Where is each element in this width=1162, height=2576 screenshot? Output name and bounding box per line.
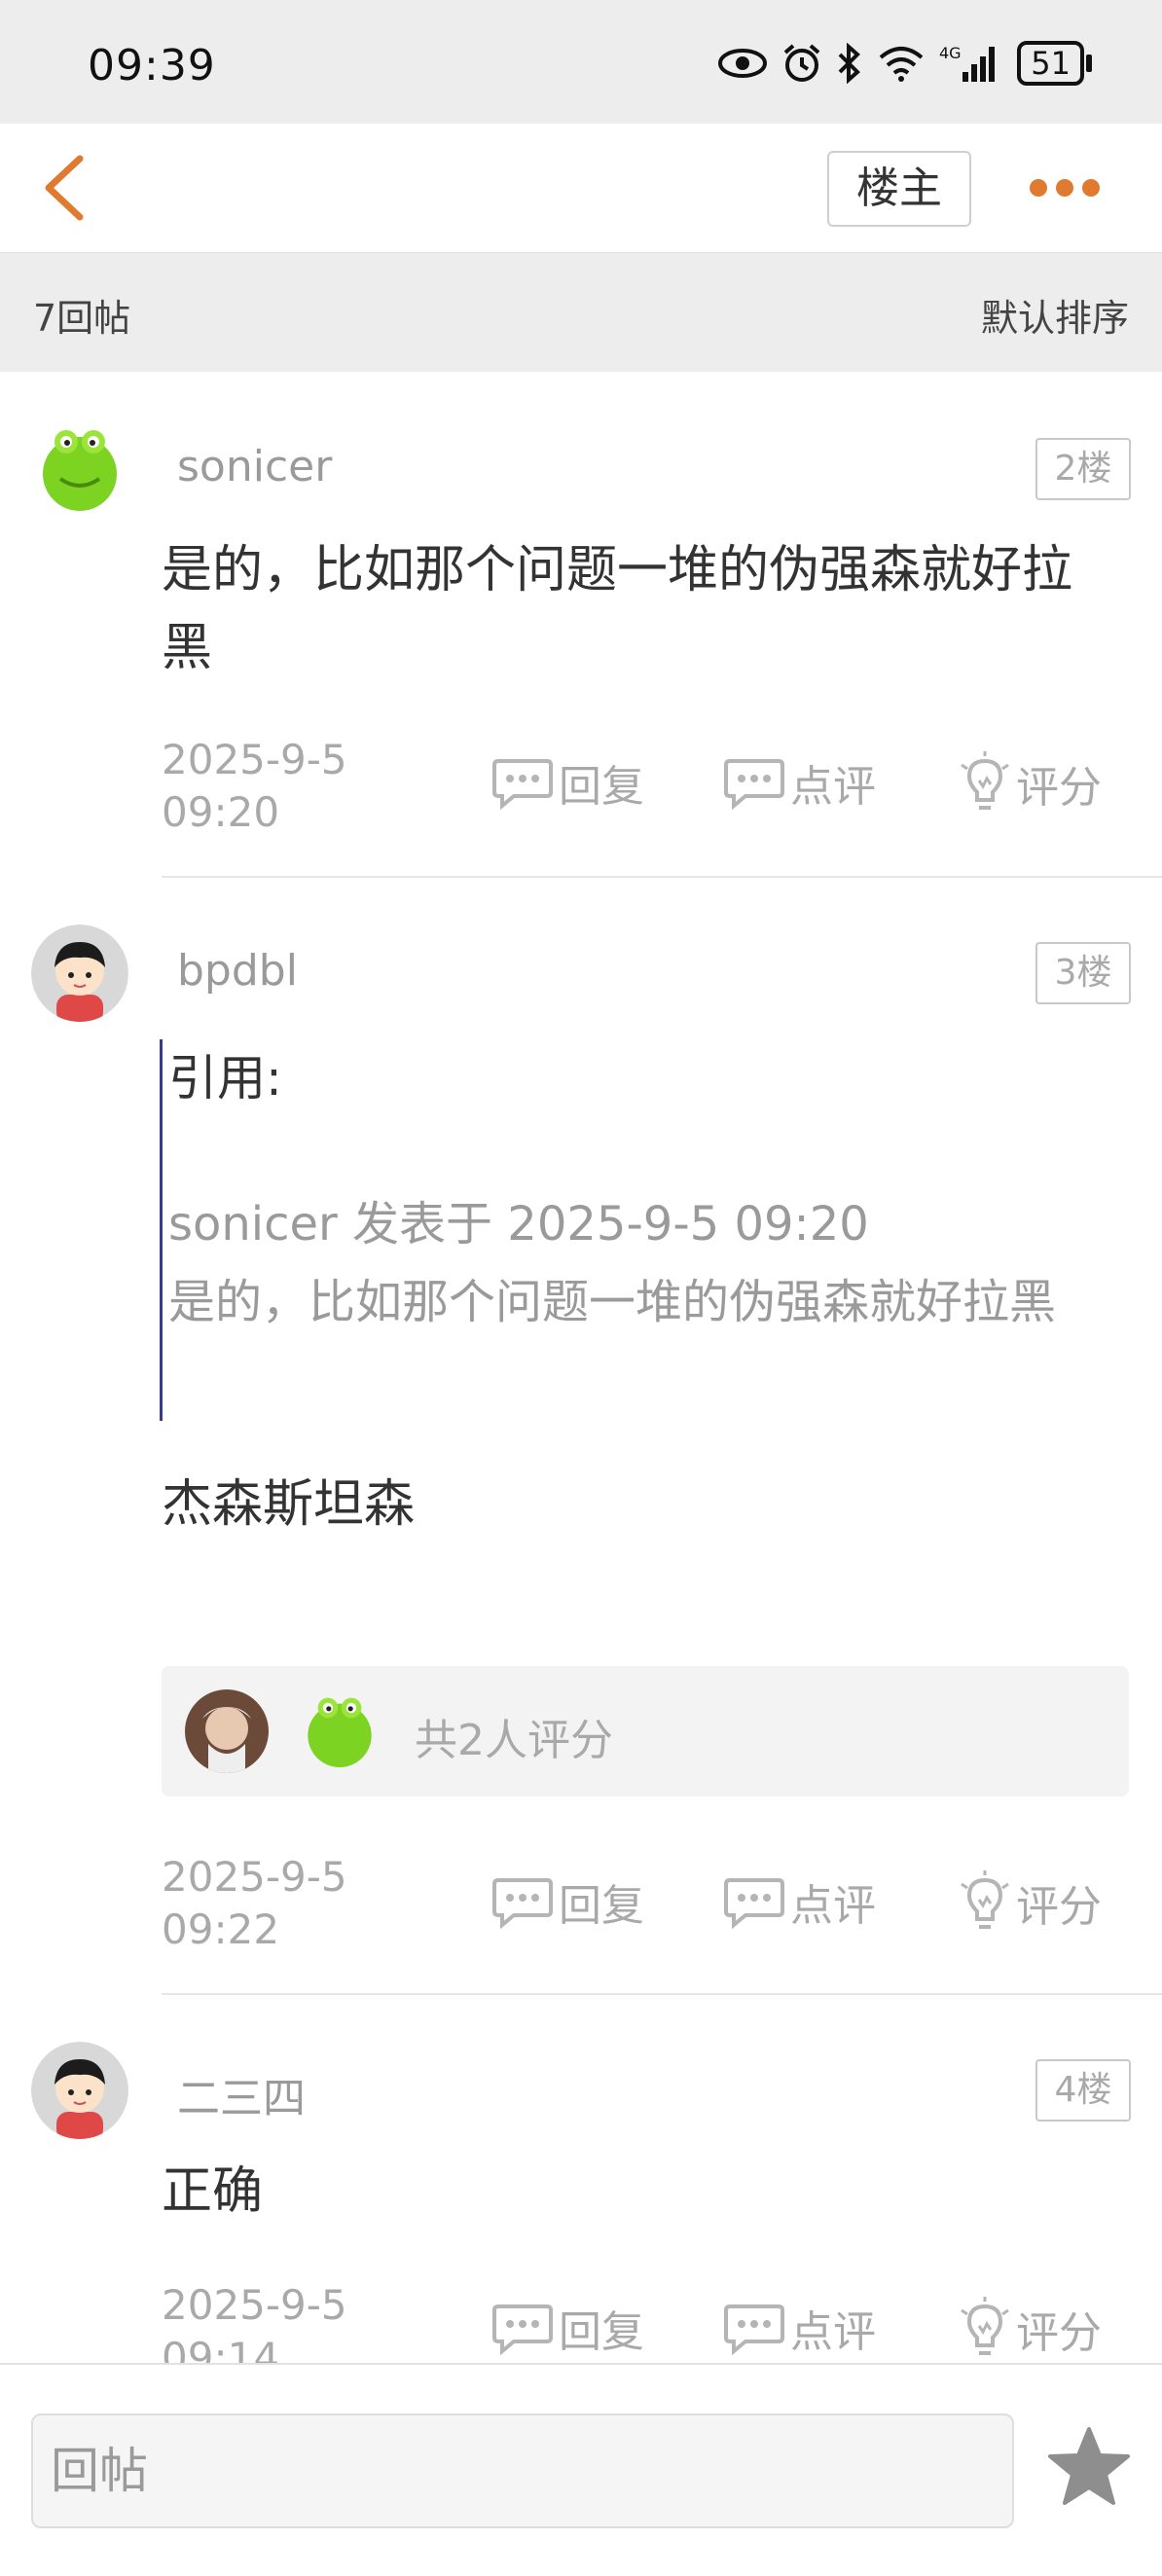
speech-bubble-icon — [492, 2304, 553, 2355]
reply-count: 7回帖 — [33, 297, 131, 340]
comment-action[interactable]: 点评 — [722, 751, 876, 814]
post-content: 正确 — [162, 2162, 264, 2221]
post-date: 2025-9-5 09:20 — [162, 736, 347, 836]
speech-bubble-icon — [724, 1878, 784, 1929]
status-bar: 09:39 4G 51 — [0, 0, 1162, 124]
post-floor-4: 二三四 4楼 正确 2025-9-5 09:14 回复 点评 评分 — [0, 1995, 1162, 2363]
reply-action[interactable]: 回复 — [490, 751, 644, 814]
rate-action[interactable]: 评分 — [958, 1870, 1102, 1935]
more-dots-icon — [1030, 179, 1047, 197]
quote-header: sonicer 发表于 2025-9-5 09:20 — [168, 1197, 869, 1252]
boy-avatar-icon — [31, 925, 128, 1022]
person-avatar-icon — [185, 1689, 269, 1773]
alarm-icon — [783, 44, 820, 82]
reply-action[interactable]: 回复 — [490, 1870, 644, 1933]
sort-selector[interactable]: 默认排序 — [981, 288, 1129, 342]
frog-avatar-icon — [298, 1689, 381, 1773]
post-username[interactable]: sonicer — [177, 442, 332, 491]
comment-action[interactable]: 点评 — [722, 2297, 876, 2359]
back-button[interactable] — [35, 153, 93, 223]
more-button[interactable] — [1030, 161, 1100, 215]
post-content: 杰森斯坦森 — [162, 1475, 416, 1534]
rate-action[interactable]: 评分 — [958, 2297, 1102, 2361]
bluetooth-icon — [838, 43, 861, 84]
quote-block: 引用: sonicer 发表于 2025-9-5 09:20 是的，比如那个问题… — [160, 1039, 1122, 1421]
post-floor-2: sonicer 2楼 是的，比如那个问题一堆的伪强森就好拉黑 2025-9-5 … — [0, 372, 1162, 878]
status-time: 09:39 — [88, 41, 216, 91]
chevron-left-icon — [45, 155, 84, 221]
svg-text:4G: 4G — [939, 44, 962, 62]
rate-action[interactable]: 评分 — [958, 751, 1102, 816]
star-icon[interactable] — [1045, 2423, 1133, 2511]
quote-body: 是的，比如那个问题一堆的伪强森就好拉黑 — [168, 1275, 1057, 1329]
post-username[interactable]: 二三四 — [177, 2063, 306, 2125]
avatar[interactable] — [31, 2042, 128, 2139]
frog-avatar-icon — [43, 430, 117, 511]
reply-action[interactable]: 回复 — [490, 2297, 644, 2359]
owner-only-button[interactable]: 楼主 — [827, 151, 971, 227]
thread-subbar: 7回帖 默认排序 — [0, 253, 1162, 372]
reply-bar: 回帖 — [0, 2363, 1162, 2576]
speech-bubble-icon — [492, 1878, 553, 1929]
battery-indicator: 51 — [1017, 41, 1092, 86]
lightbulb-icon — [961, 1870, 1009, 1929]
avatar[interactable] — [31, 420, 128, 518]
lightbulb-icon — [961, 2297, 1009, 2355]
rating-summary-box[interactable]: 共2人评分 — [162, 1666, 1129, 1796]
eye-icon — [718, 49, 768, 78]
post-username[interactable]: bpdbl — [177, 946, 298, 996]
post-date: 2025-9-5 09:14 — [162, 2281, 347, 2363]
quote-label: 引用: — [168, 1050, 282, 1107]
rater-avatar — [298, 1689, 381, 1773]
speech-bubble-icon — [724, 2304, 784, 2355]
lightbulb-icon — [961, 751, 1009, 810]
avatar[interactable] — [31, 925, 128, 1022]
boy-avatar-icon — [31, 2042, 128, 2139]
floor-badge: 3楼 — [1035, 942, 1131, 1004]
rater-avatar — [185, 1689, 269, 1773]
rating-count: 共2人评分 — [415, 1716, 613, 1765]
floor-badge: 4楼 — [1035, 2059, 1131, 2122]
reply-input[interactable]: 回帖 — [31, 2413, 1014, 2528]
nav-bar: 楼主 — [0, 124, 1162, 253]
wifi-icon — [879, 47, 924, 82]
floor-badge: 2楼 — [1035, 438, 1131, 500]
status-icons: 4G 51 — [717, 41, 1092, 86]
post-content: 是的，比如那个问题一堆的伪强森就好拉黑 — [162, 541, 1073, 677]
speech-bubble-icon — [724, 759, 784, 810]
post-floor-3: bpdbl 3楼 引用: sonicer 发表于 2025-9-5 09:20 … — [0, 878, 1162, 1995]
post-date: 2025-9-5 09:22 — [162, 1853, 347, 1953]
speech-bubble-icon — [492, 759, 553, 810]
signal-icon: 4G — [939, 44, 996, 82]
comment-action[interactable]: 点评 — [722, 1870, 876, 1933]
